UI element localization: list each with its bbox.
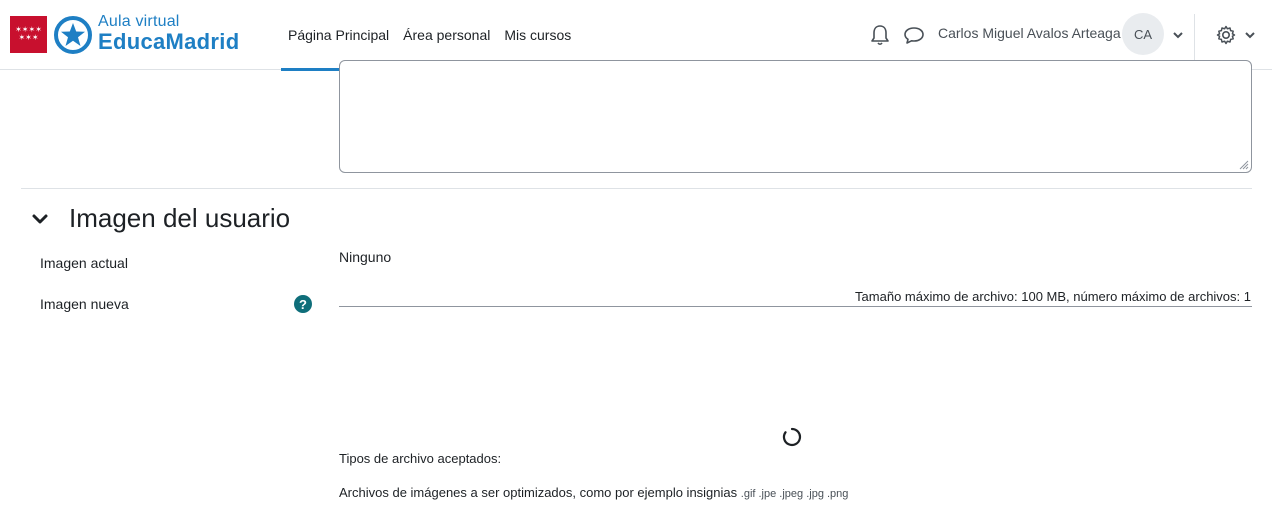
new-image-label: Imagen nueva: [40, 296, 129, 312]
filepicker-divider: [339, 306, 1252, 307]
brand-subtitle: Aula virtual: [98, 13, 180, 30]
chat-bubble-icon[interactable]: [902, 23, 926, 47]
educamadrid-star-logo-icon: [54, 16, 92, 54]
file-limit-text: Tamaño máximo de archivo: 100 MB, número…: [855, 289, 1251, 304]
resize-grip-icon[interactable]: [1239, 160, 1249, 170]
user-fullname[interactable]: Carlos Miguel Avalos Arteaga: [938, 25, 1121, 41]
bell-icon[interactable]: [868, 23, 892, 47]
question-circle-icon[interactable]: ?: [294, 295, 312, 313]
accepted-types-label: Tipos de archivo aceptados:: [339, 451, 502, 466]
site-brand[interactable]: ✶✶✶✶ ✶✶✶ Aula virtual EducaMadrid: [10, 14, 239, 54]
chevron-down-icon[interactable]: [31, 210, 49, 228]
nav-divider: [1194, 14, 1195, 60]
accepted-types-text: Archivos de imágenes a ser optimizados, …: [339, 485, 738, 500]
avatar[interactable]: CA: [1122, 13, 1164, 55]
brand-name: EducaMadrid: [98, 29, 240, 54]
settings-chevron-down-icon[interactable]: [1243, 28, 1257, 42]
comunidad-madrid-flag-icon: ✶✶✶✶ ✶✶✶: [10, 15, 47, 53]
current-image-label: Imagen actual: [40, 255, 128, 271]
loading-spinner-icon: [782, 427, 802, 447]
accepted-types-extensions: .gif .jpe .jpeg .jpg .png: [740, 488, 849, 500]
description-textarea[interactable]: [339, 60, 1252, 173]
accepted-types-description: Archivos de imágenes a ser optimizados, …: [339, 485, 848, 500]
section-divider: [21, 188, 1252, 189]
current-image-value: Ninguno: [339, 249, 392, 265]
section-title[interactable]: Imagen del usuario: [69, 200, 290, 236]
chevron-down-icon[interactable]: [1171, 28, 1185, 42]
brand-text: Aula virtual EducaMadrid: [98, 14, 278, 54]
gear-icon[interactable]: [1214, 23, 1238, 47]
